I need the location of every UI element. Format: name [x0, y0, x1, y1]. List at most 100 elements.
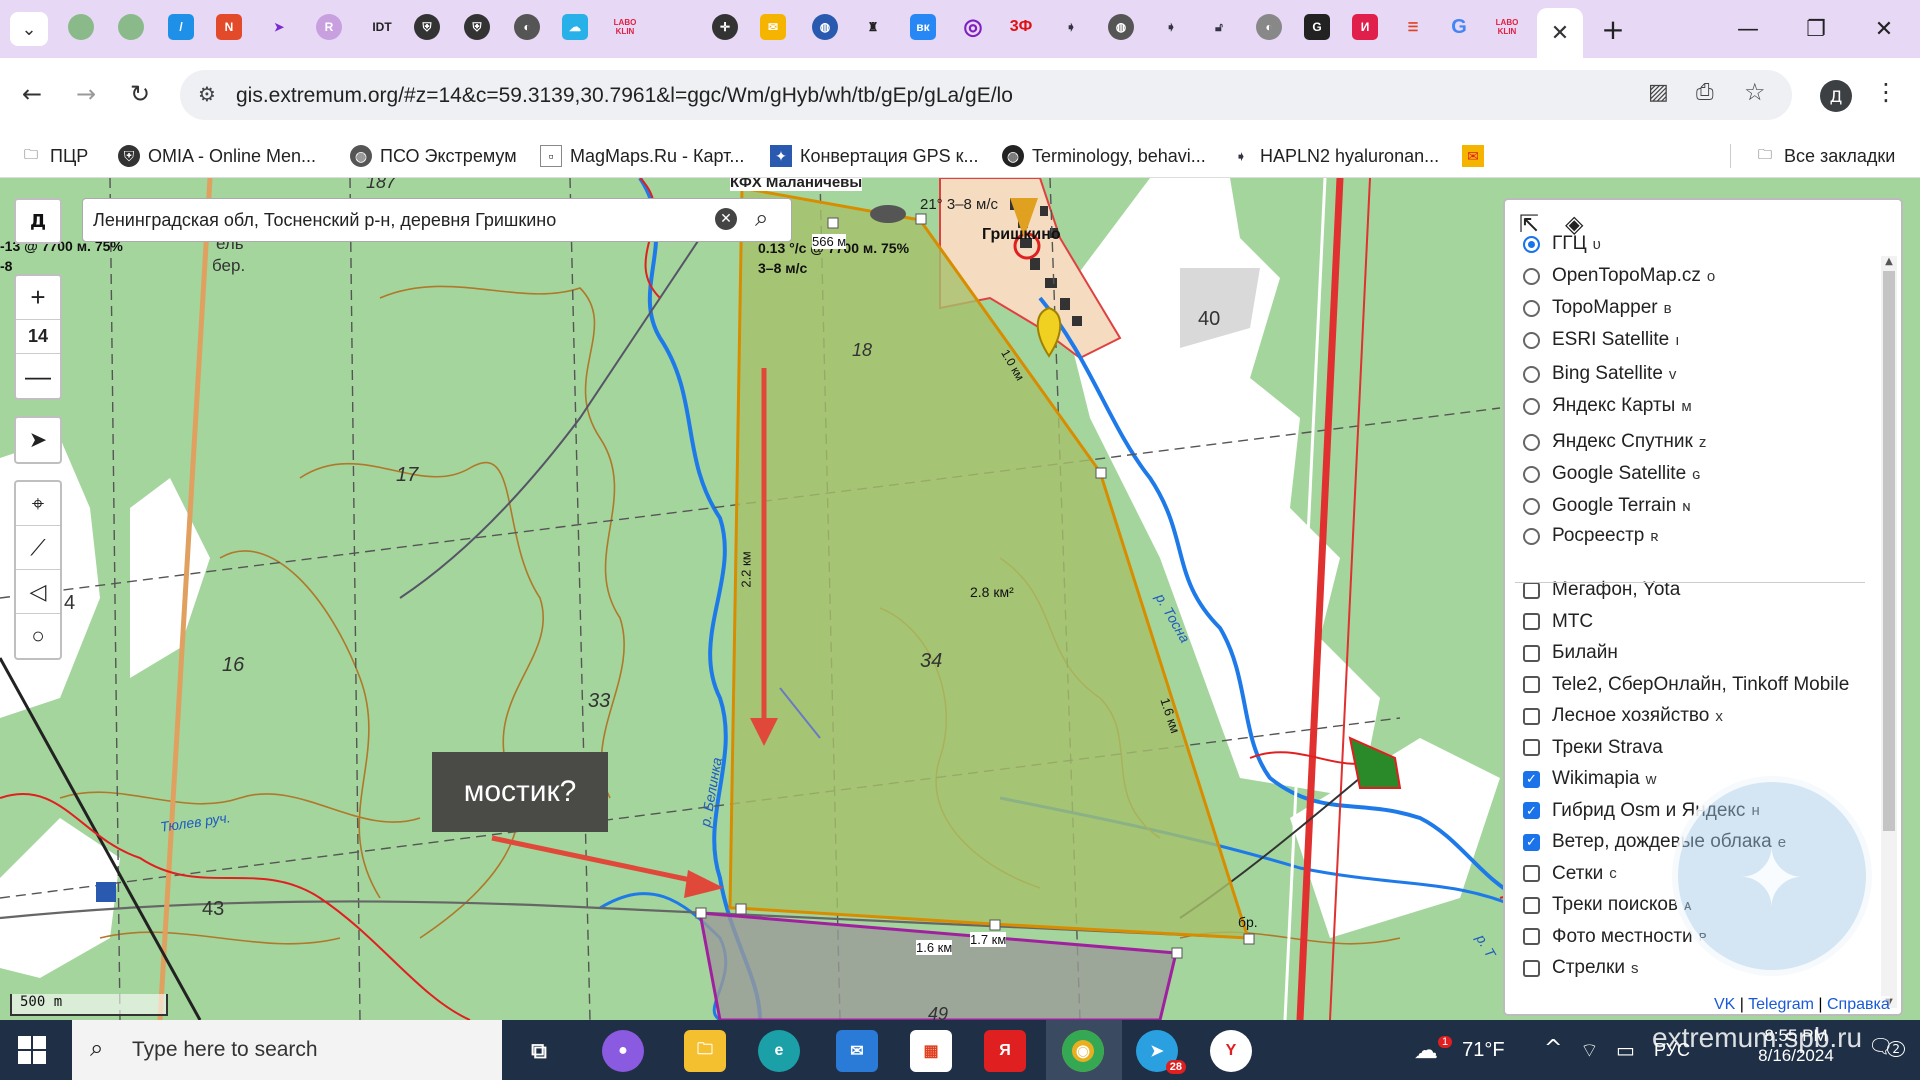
- tab-favicon-hex[interactable]: [118, 14, 144, 40]
- layer-checkbox-item[interactable]: Мегафон, Yota: [1523, 576, 1680, 604]
- minimize-button[interactable]: —: [1728, 12, 1768, 46]
- tab-favicon-arrow[interactable]: ➤: [266, 14, 292, 40]
- tab-search-button[interactable]: ⌄: [10, 12, 48, 46]
- tab-favicon-globe[interactable]: ◍: [1108, 14, 1134, 40]
- telegram-icon[interactable]: ➤ 28: [1136, 1030, 1186, 1074]
- mail-icon[interactable]: ✉: [760, 14, 786, 40]
- site-info-icon[interactable]: ⚙: [198, 82, 216, 106]
- bookmark-item[interactable]: ⛨ OMIA - Online Men...: [118, 142, 316, 170]
- layer-radio-item[interactable]: Bing Satellite v: [1523, 360, 1676, 388]
- tab-favicon-g[interactable]: G: [1304, 14, 1330, 40]
- checkbox[interactable]: [1523, 676, 1540, 693]
- back-button[interactable]: ←: [14, 76, 50, 112]
- tray-chevron-icon[interactable]: ^: [1544, 1036, 1562, 1061]
- help-link[interactable]: Справка: [1827, 996, 1890, 1013]
- taskbar-search[interactable]: ⌕ Type here to search: [72, 1020, 502, 1080]
- mode-button[interactable]: Д: [14, 198, 62, 244]
- install-app-icon[interactable]: ⎙: [1696, 80, 1714, 105]
- vk-link[interactable]: VK: [1714, 996, 1735, 1013]
- reload-button[interactable]: ↻: [122, 76, 158, 112]
- windows-start-icon[interactable]: [18, 1036, 46, 1064]
- map-search[interactable]: Ленинградская обл, Тосненский р-н, дерев…: [82, 198, 792, 242]
- layer-checkbox-item[interactable]: Фото местности ᴘ: [1523, 923, 1706, 951]
- tab-favicon-arrow[interactable]: ➧: [1058, 14, 1084, 40]
- bookmark-item[interactable]: ➧ HAPLN2 hyaluronan...: [1230, 142, 1439, 170]
- tab-favicon-hex[interactable]: [68, 14, 94, 40]
- tab-favicon-labo[interactable]: LABO KLIN: [1494, 14, 1520, 40]
- tab-favicon-ring[interactable]: ◎: [960, 14, 986, 40]
- location-pin-icon[interactable]: [1036, 306, 1062, 358]
- tab-favicon-brand[interactable]: N: [216, 14, 242, 40]
- mail-bookmark[interactable]: ✉: [1462, 142, 1492, 170]
- locate-me-button[interactable]: ➤: [16, 418, 60, 462]
- bookmark-item[interactable]: ✦ Конвертация GPS к...: [770, 142, 978, 170]
- layer-radio-item[interactable]: Росреестр ʀ: [1523, 522, 1659, 550]
- active-tab[interactable]: ✕: [1537, 8, 1583, 58]
- radio-button[interactable]: [1523, 365, 1540, 383]
- window-close-button[interactable]: ✕: [1864, 12, 1904, 46]
- close-icon[interactable]: ✕: [1551, 21, 1569, 46]
- layer-radio-item[interactable]: Google Satellite ɢ: [1523, 460, 1701, 488]
- tab-favicon-target[interactable]: ✛: [712, 14, 738, 40]
- layer-radio-item[interactable]: TopoMapper в: [1523, 294, 1672, 322]
- bookmark-item[interactable]: 🗀 ПЦР: [20, 142, 88, 170]
- tab-favicon-person[interactable]: ♜: [860, 14, 886, 40]
- tab-favicon-stack[interactable]: ☰: [1400, 14, 1426, 40]
- scrollbar-up-icon[interactable]: ▲: [1881, 256, 1897, 267]
- battery-icon[interactable]: ▭: [1616, 1038, 1635, 1062]
- layer-checkbox-item[interactable]: Стрелки s: [1523, 954, 1638, 982]
- all-bookmarks[interactable]: 🗀 Все закладки: [1754, 142, 1895, 170]
- checkbox[interactable]: [1523, 959, 1540, 977]
- url-text[interactable]: gis.extremum.org/#z=14&c=59.3139,30.7961…: [236, 84, 1013, 108]
- checkbox[interactable]: [1523, 613, 1540, 630]
- radio-button[interactable]: [1523, 497, 1540, 515]
- tab-favicon-shield[interactable]: ⛨: [464, 14, 490, 40]
- tab-favicon-arrow[interactable]: ➧: [1158, 14, 1184, 40]
- tab-favicon-labo[interactable]: LABO KLIN: [612, 14, 638, 40]
- google-icon[interactable]: G: [1446, 14, 1472, 40]
- layer-checkbox-item[interactable]: МТС: [1523, 608, 1593, 636]
- tab-favicon-shield[interactable]: ⛨: [414, 14, 440, 40]
- alice-icon[interactable]: ●: [602, 1030, 644, 1072]
- checkbox[interactable]: [1523, 739, 1540, 756]
- no-camera-icon[interactable]: ▨: [1648, 80, 1669, 105]
- radio-button[interactable]: [1523, 299, 1540, 317]
- marker-tool-icon[interactable]: ⌖: [16, 482, 60, 526]
- search-input[interactable]: Ленинградская обл, Тосненский р-н, дерев…: [93, 210, 556, 231]
- layer-radio-item[interactable]: Яндекс Карты м: [1523, 392, 1692, 420]
- mail-icon[interactable]: ✉: [836, 1030, 878, 1072]
- layer-radio-item[interactable]: OpenTopoMap.cz o: [1523, 262, 1715, 290]
- forward-button[interactable]: →: [68, 76, 104, 112]
- checkbox[interactable]: [1523, 928, 1540, 945]
- radio-button[interactable]: [1523, 267, 1540, 285]
- scrollbar[interactable]: ▲ ▼: [1881, 256, 1897, 1008]
- zoom-out-button[interactable]: —: [16, 354, 60, 398]
- edge-icon[interactable]: e: [758, 1030, 800, 1072]
- layer-checkbox-item[interactable]: Треки поисков ᴀ: [1523, 891, 1692, 919]
- network-icon[interactable]: ⌔: [1580, 1038, 1599, 1063]
- tab-favicon-hp[interactable]: /: [168, 14, 194, 40]
- checkbox[interactable]: ✓: [1523, 802, 1540, 819]
- task-view-icon[interactable]: ⧉: [518, 1030, 560, 1072]
- layer-checkbox-item[interactable]: ✓ Wikimapia w: [1523, 765, 1656, 793]
- tab-favicon-brand[interactable]: И: [1352, 14, 1378, 40]
- radio-button[interactable]: [1523, 235, 1540, 253]
- checkbox[interactable]: [1523, 644, 1540, 662]
- tab-favicon-globe[interactable]: ◍: [812, 14, 838, 40]
- checkbox[interactable]: [1523, 896, 1540, 914]
- layer-checkbox-item[interactable]: Tele2, СберОнлайн, Tinkoff Mobile: [1523, 671, 1849, 699]
- scrollbar-thumb[interactable]: [1883, 271, 1895, 831]
- layer-checkbox-item[interactable]: Лесное хозяйство x: [1523, 702, 1723, 730]
- yandex-icon[interactable]: Я: [984, 1030, 1026, 1072]
- address-bar[interactable]: ⚙ gis.extremum.org/#z=14&c=59.3139,30.79…: [180, 70, 1792, 120]
- clear-search-icon[interactable]: ✕: [715, 208, 737, 230]
- tab-favicon-cloud[interactable]: ☁: [562, 14, 588, 40]
- layer-checkbox-item[interactable]: Билайн: [1523, 639, 1618, 667]
- telegram-link[interactable]: Telegram: [1748, 996, 1814, 1013]
- layer-checkbox-item[interactable]: Треки Strava: [1523, 734, 1663, 762]
- menu-kebab-icon[interactable]: ⋮: [1874, 78, 1898, 106]
- chrome-icon[interactable]: ◉: [1062, 1030, 1104, 1072]
- layer-radio-item[interactable]: ESRI Satellite ı: [1523, 326, 1679, 354]
- file-explorer-icon[interactable]: 🗀: [684, 1030, 726, 1072]
- checkbox[interactable]: ✓: [1523, 770, 1540, 788]
